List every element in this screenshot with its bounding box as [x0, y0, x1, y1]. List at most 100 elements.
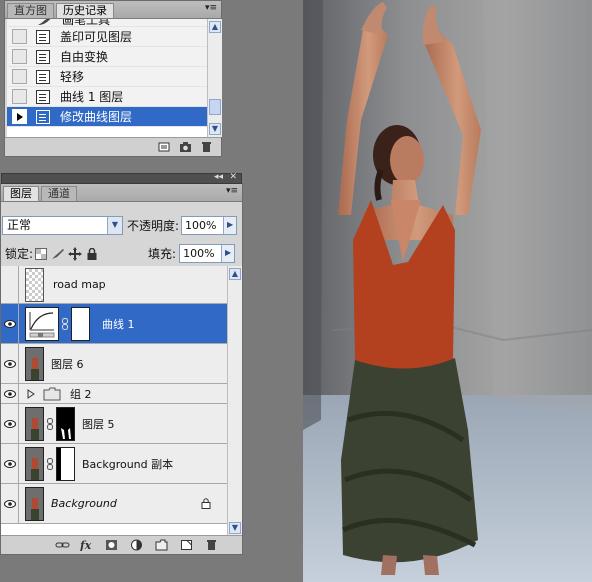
- layer-name[interactable]: 组 2: [70, 386, 92, 402]
- eye-icon: [4, 389, 16, 398]
- layer-row-group-2[interactable]: 组 2: [1, 384, 227, 404]
- layer-mask-thumbnail[interactable]: [56, 446, 75, 481]
- layer-name[interactable]: road map: [53, 278, 106, 291]
- history-step-icon: [36, 49, 50, 64]
- fx-icon[interactable]: fx: [79, 539, 93, 552]
- layer-name[interactable]: 图层 6: [51, 356, 84, 372]
- layer-name[interactable]: Background: [51, 497, 117, 510]
- brush-icon: [38, 19, 50, 25]
- layers-list: road map 曲线 1 图层 6 组 2 图层 5 Background 副…: [1, 266, 227, 536]
- mask-link-chain-icon[interactable]: [46, 417, 54, 430]
- dancer-photo-image: [303, 0, 592, 582]
- panel-menu-icon[interactable]: ▾≡: [205, 3, 217, 13]
- layers-tabbar: 图层 通道 ▾≡: [1, 184, 242, 202]
- history-step[interactable]: 盖印可见图层: [7, 27, 207, 47]
- layer-row-road-map[interactable]: road map: [1, 266, 227, 304]
- visibility-toggle[interactable]: [1, 304, 19, 343]
- chevron-down-icon[interactable]: ▼: [107, 217, 122, 234]
- history-step-label: 画笔工具: [62, 19, 111, 27]
- curves-adjustment-icon[interactable]: [25, 306, 59, 341]
- eye-icon: [4, 359, 16, 368]
- new-layer-icon[interactable]: [180, 539, 193, 551]
- layer-thumbnail[interactable]: [25, 406, 44, 441]
- history-step[interactable]: 自由变换: [7, 47, 207, 67]
- visibility-toggle[interactable]: [1, 404, 19, 443]
- fill-label: 填充:: [148, 247, 177, 261]
- visibility-toggle[interactable]: [1, 444, 19, 483]
- visibility-toggle[interactable]: [1, 484, 19, 523]
- visibility-toggle[interactable]: [1, 384, 19, 403]
- lock-all-icon[interactable]: [86, 247, 98, 260]
- expand-triangle-icon[interactable]: [27, 388, 35, 399]
- blend-mode-select[interactable]: 正常 ▼: [2, 216, 123, 235]
- history-step-label: 自由变换: [60, 50, 109, 64]
- opacity-field[interactable]: 100% ▶: [181, 216, 238, 235]
- link-layers-icon[interactable]: [55, 539, 70, 551]
- layer-thumbnail[interactable]: [25, 446, 44, 481]
- history-source-checkbox[interactable]: [12, 69, 27, 84]
- tab-channels[interactable]: 通道: [41, 186, 77, 201]
- chevron-right-icon[interactable]: ▶: [223, 217, 237, 234]
- history-step[interactable]: 画笔工具: [7, 19, 207, 27]
- panel-menu-icon[interactable]: ▾≡: [226, 186, 238, 196]
- layer-row-background[interactable]: Background: [1, 484, 227, 524]
- panel-title-strip: ◂◂ ✕: [1, 172, 242, 184]
- history-step[interactable]: 轻移: [7, 67, 207, 87]
- lock-position-move-icon[interactable]: [68, 246, 83, 261]
- scroll-down-arrow-icon[interactable]: ▼: [209, 123, 221, 135]
- delete-icon[interactable]: [205, 539, 218, 551]
- history-footer: [5, 137, 221, 156]
- lock-icon: [201, 498, 211, 509]
- eye-icon: [4, 499, 16, 508]
- scroll-thumb[interactable]: [209, 99, 221, 115]
- tab-histogram[interactable]: 直方图: [7, 3, 54, 18]
- new-document-from-state-icon[interactable]: [158, 141, 171, 153]
- folder-icon: [43, 387, 61, 400]
- lock-transparency-icon[interactable]: [35, 247, 48, 260]
- snapshot-icon[interactable]: [179, 141, 192, 153]
- tab-history[interactable]: 历史记录: [56, 3, 114, 18]
- layer-name[interactable]: Background 副本: [82, 456, 173, 472]
- lock-pixels-brush-icon[interactable]: [51, 248, 65, 260]
- layers-scrollbar[interactable]: ▲ ▼: [227, 266, 242, 536]
- history-step-label: 轻移: [60, 70, 85, 84]
- fill-field[interactable]: 100% ▶: [179, 244, 236, 263]
- history-step-icon: [36, 89, 50, 104]
- layer-name[interactable]: 曲线 1: [102, 316, 135, 332]
- scroll-up-arrow-icon[interactable]: ▲: [209, 21, 221, 33]
- chevron-right-icon[interactable]: ▶: [221, 245, 235, 262]
- layer-row-layer-6[interactable]: 图层 6: [1, 344, 227, 384]
- adjustment-layer-icon[interactable]: [130, 539, 143, 551]
- visibility-toggle[interactable]: [1, 344, 19, 383]
- layer-mask-thumbnail[interactable]: [56, 406, 75, 441]
- mask-link-chain-icon[interactable]: [46, 457, 54, 470]
- tab-layers[interactable]: 图层: [3, 186, 39, 201]
- history-source-checkbox[interactable]: [12, 49, 27, 64]
- layer-thumbnail[interactable]: [25, 267, 44, 302]
- history-step-label: 修改曲线图层: [60, 110, 133, 124]
- fill-value: 100%: [183, 247, 215, 260]
- collapse-icon[interactable]: ◂◂: [214, 172, 223, 182]
- layer-mask-thumbnail[interactable]: [71, 306, 90, 341]
- mask-link-chain-icon[interactable]: [61, 317, 69, 330]
- scroll-up-arrow-icon[interactable]: ▲: [229, 268, 241, 280]
- visibility-toggle[interactable]: [1, 266, 19, 303]
- close-icon[interactable]: ✕: [229, 172, 237, 182]
- layer-row-layer-5[interactable]: 图层 5: [1, 404, 227, 444]
- history-source-checkbox[interactable]: [12, 109, 27, 124]
- history-step[interactable]: 曲线 1 图层: [7, 87, 207, 107]
- history-source-checkbox[interactable]: [12, 29, 27, 44]
- history-scrollbar[interactable]: ▲ ▼: [207, 19, 222, 137]
- history-source-checkbox[interactable]: [12, 89, 27, 104]
- add-mask-icon[interactable]: [105, 539, 118, 551]
- layer-thumbnail[interactable]: [25, 486, 44, 521]
- delete-icon[interactable]: [200, 141, 213, 153]
- history-step-selected[interactable]: 修改曲线图层: [7, 107, 207, 127]
- layer-thumbnail[interactable]: [25, 346, 44, 381]
- opacity-label: 不透明度:: [127, 219, 180, 233]
- scroll-down-arrow-icon[interactable]: ▼: [229, 522, 241, 534]
- layer-row-background-copy[interactable]: Background 副本: [1, 444, 227, 484]
- new-group-icon[interactable]: [155, 539, 168, 551]
- layer-row-curves-1[interactable]: 曲线 1: [1, 304, 227, 344]
- layer-name[interactable]: 图层 5: [82, 416, 115, 432]
